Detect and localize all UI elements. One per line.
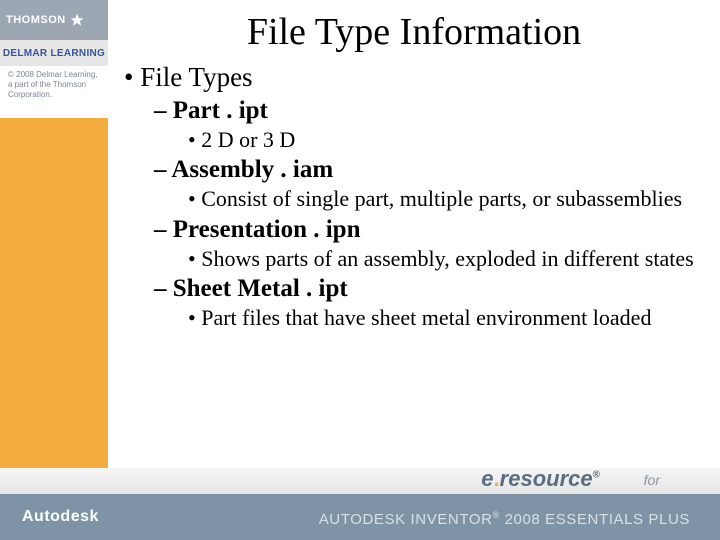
item-presentation: Presentation . ipn <box>154 216 704 244</box>
eresource-rest: resource <box>500 466 593 491</box>
eresource-e: e <box>481 466 493 491</box>
item-part-sub: 2 D or 3 D <box>188 127 704 152</box>
autodesk-logo-text: Autodesk <box>22 508 99 526</box>
content: File Type Information File Types Part . … <box>124 10 704 466</box>
item-presentation-sub: Shows parts of an assembly, exploded in … <box>188 246 704 271</box>
footer: Autodesk e.resource® for AUTODESK INVENT… <box>0 468 720 540</box>
eresource-logo: e.resource® <box>481 466 600 492</box>
inventor-reg: ® <box>493 510 500 520</box>
inventor-suffix: 2008 ESSENTIALS PLUS <box>500 511 690 528</box>
sidebar: THOMSON DELMAR LEARNING © 2008 Delmar Le… <box>0 0 108 540</box>
sidebar-accent <box>0 118 108 468</box>
item-sheetmetal-sub: Part files that have sheet metal environ… <box>188 305 704 330</box>
copyright-text: © 2008 Delmar Learning, a part of the Th… <box>0 66 108 110</box>
for-label: for <box>644 472 660 488</box>
heading-file-types: File Types <box>124 62 704 93</box>
item-assembly-sub: Consist of single part, multiple parts, … <box>188 186 704 211</box>
footer-top-strip <box>0 468 720 494</box>
slide-title: File Type Information <box>124 10 704 54</box>
inventor-name: AUTODESK INVENTOR <box>319 511 493 528</box>
slide: THOMSON DELMAR LEARNING © 2008 Delmar Le… <box>0 0 720 540</box>
star-icon <box>70 13 84 27</box>
item-sheetmetal: Sheet Metal . ipt <box>154 275 704 303</box>
brand-thomson-bar: THOMSON <box>0 0 108 40</box>
delmar-label: DELMAR LEARNING <box>3 48 105 59</box>
item-assembly: Assembly . iam <box>154 156 704 184</box>
inventor-line: AUTODESK INVENTOR® 2008 ESSENTIALS PLUS <box>319 510 690 528</box>
brand-delmar-bar: DELMAR LEARNING <box>0 40 108 66</box>
thomson-label: THOMSON <box>6 14 66 26</box>
item-part: Part . ipt <box>154 97 704 125</box>
eresource-reg: ® <box>593 470 600 481</box>
